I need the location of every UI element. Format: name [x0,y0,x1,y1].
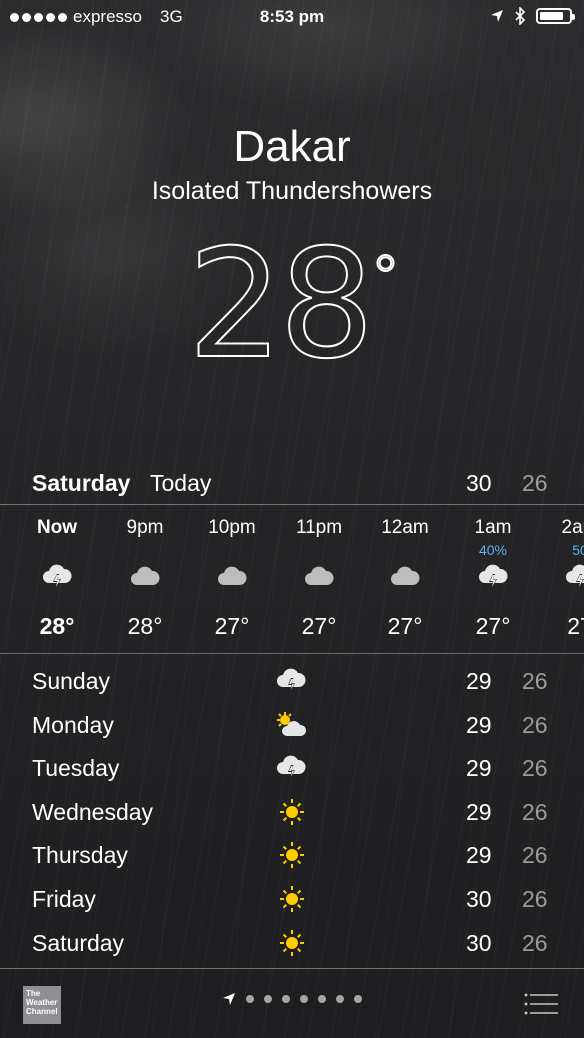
page-indicator[interactable] [0,992,584,1006]
hour-temp: 27° [301,613,337,639]
battery-level [540,12,564,20]
daily-row: Tuesday 29 26 [0,749,584,793]
degree-symbol: ° [369,242,401,314]
day-high: 30 [466,929,492,956]
current-temperature-value: 28 [187,217,376,393]
day-name: Friday [32,885,96,912]
day-low: 26 [522,929,548,956]
day-name: Wednesday [32,798,154,825]
today-day-name: Saturday [32,470,131,496]
city-name: Dakar [233,122,351,171]
hourly-item: 9pm 28° [100,505,190,653]
page-dot [246,995,254,1003]
daily-row: Sunday 29 26 [0,662,584,706]
sun-icon [280,798,304,825]
day-high: 29 [466,798,492,825]
divider [0,968,584,969]
today-summary: Saturday Today 30 26 [0,466,584,502]
today-high: 30 [466,470,492,496]
hour-precip-chance: 40% [478,542,508,558]
hour-time: 12am [381,517,429,538]
weather-condition: Isolated Thundershowers [151,177,433,205]
hour-temp: 27° [387,613,423,639]
daily-row: Thursday 29 26 [0,836,584,880]
divider [0,653,584,654]
cloud-icon [218,566,247,585]
daily-row: Friday 30 26 [0,880,584,924]
daily-row: Monday 29 26 [0,706,584,750]
sun-icon [280,842,304,869]
hour-time: 9pm [126,517,164,538]
daily-row: Wednesday 29 26 [0,793,584,837]
day-high: 29 [466,711,492,738]
page-dot [336,995,344,1003]
partly-sunny-icon [277,711,307,736]
cloud-icon [131,566,160,585]
thunderstorm-icon [566,564,584,589]
day-high: 29 [466,842,492,869]
day-low: 26 [522,668,548,694]
day-high: 29 [466,668,492,694]
hourly-item: Now 28° [12,505,102,653]
cloud-icon [305,566,334,585]
day-name: Sunday [32,668,111,694]
day-name: Thursday [32,842,128,869]
day-low: 26 [522,885,548,912]
thunderstorm-icon [43,564,72,589]
hour-temp: 27° [214,613,250,639]
page-dot [318,995,326,1003]
today-label: Today [150,470,212,496]
daily-forecast[interactable]: Sunday 29 26 Monday 29 26 Tuesday 29 26 … [0,662,584,967]
hour-temp: 28° [127,613,163,639]
bottom-toolbar: The Weather Channel [0,970,584,1038]
hourly-item: 1am 40% 27° [448,505,538,653]
hour-precip-chance: 50 [572,542,584,558]
location-arrow-icon [491,10,503,22]
day-name: Monday [32,711,114,738]
hour-temp: 27 [567,613,584,639]
page-dot [354,995,362,1003]
battery-icon [536,8,575,24]
day-name: Saturday [32,929,125,956]
bluetooth-icon [515,7,526,25]
sun-icon [280,885,304,912]
daily-row: Saturday 30 26 [0,924,584,968]
hourly-forecast[interactable]: Now 28° 9pm 28° 10pm 27° 11pm 27° 12am 2… [0,505,584,653]
hour-temp: 27° [475,613,511,639]
hour-time: 1am [474,517,512,538]
thunderstorm-icon [277,668,306,692]
thunderstorm-icon [277,755,306,780]
hour-time: 11pm [295,517,343,538]
hour-time: 2am [561,517,584,538]
day-low: 26 [522,711,548,738]
hour-time: 10pm [208,517,256,538]
page-dot [282,995,290,1003]
hourly-item: 11pm 27° [274,505,364,653]
day-low: 26 [522,798,548,825]
sun-icon [280,929,304,956]
day-high: 30 [466,885,492,912]
day-name: Tuesday [32,755,120,782]
cloud-icon [391,566,420,585]
hourly-item: 10pm 27° [187,505,277,653]
current-temperature: 28° [0,217,584,393]
city-list-icon[interactable] [524,992,560,1016]
status-bar: expresso 3G 8:53 pm [0,0,584,34]
hour-temp: 28° [39,613,75,639]
page-dot [300,995,308,1003]
page-dot [264,995,272,1003]
status-right [490,7,575,25]
location-page-icon [223,993,235,1005]
hourly-item: 2am 50 27 [535,505,584,653]
hourly-item: 12am 27° [360,505,450,653]
day-low: 26 [522,755,548,782]
day-high: 29 [466,755,492,782]
today-low: 26 [522,470,548,496]
hour-time: Now [36,517,78,538]
day-low: 26 [522,842,548,869]
thunderstorm-icon [479,564,508,589]
